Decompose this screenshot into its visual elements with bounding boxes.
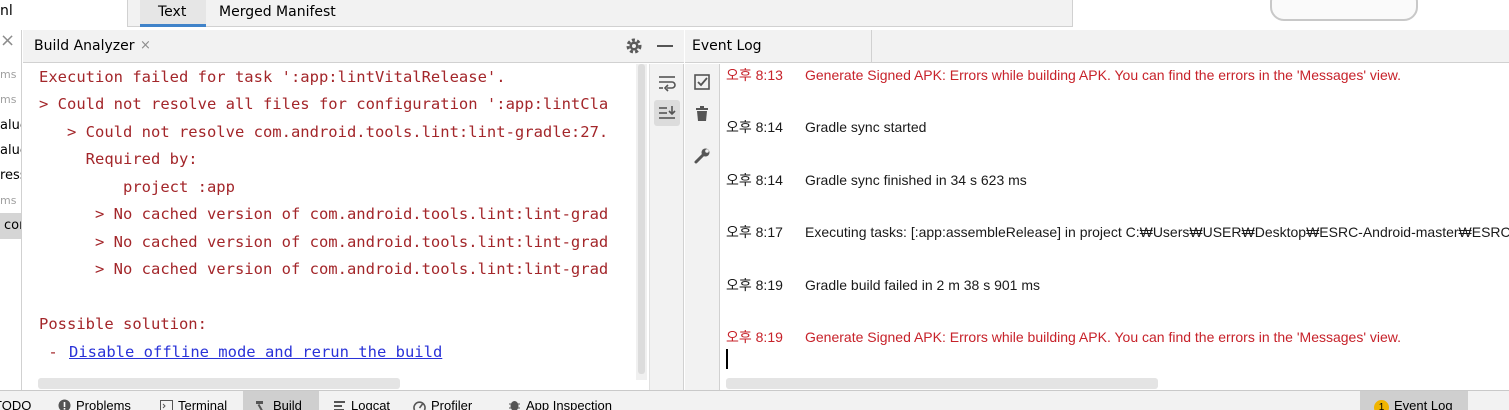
console-line: > Could not resolve com.android.tools.li… — [39, 123, 609, 141]
event-time: 오후 8:17 — [726, 224, 783, 240]
tool-window-bar: TODO Problems Terminal Build Logcat Prof… — [0, 390, 1509, 410]
close-icon[interactable]: × — [140, 38, 151, 53]
mark-all-read-icon[interactable] — [689, 69, 715, 95]
minimize-icon[interactable] — [657, 45, 673, 47]
event-message: Gradle sync finished in 34 s 623 ms — [805, 172, 1027, 188]
stub-line[interactable]: con — [4, 218, 21, 233]
event-time: 오후 8:19 — [726, 329, 783, 345]
console-line: > Could not resolve all files for config… — [39, 95, 609, 113]
gear-icon[interactable] — [624, 36, 644, 56]
profiler-label: Profiler — [431, 398, 473, 410]
console-line: Required by: — [39, 150, 198, 168]
event-time: 오후 8:14 — [726, 119, 783, 135]
console-line: Execution failed for task ':app:lintVita… — [39, 68, 506, 86]
console-line: > No cached version of com.android.tools… — [39, 233, 609, 251]
event-time: 오후 8:19 — [726, 277, 783, 293]
event-log-tab[interactable]: Event Log — [692, 38, 762, 54]
profiler-tool-button[interactable]: Profiler — [413, 391, 472, 410]
possible-solution-heading: Possible solution: — [39, 315, 207, 333]
event-time: 오후 8:14 — [726, 172, 783, 188]
todo-tool-button[interactable]: TODO — [0, 391, 31, 410]
event-entry: 오후 8:13 Generate Signed APK: Errors while… — [726, 65, 1401, 85]
tab-text-label: Text — [158, 4, 187, 20]
build-vertical-scrollbar[interactable] — [636, 64, 647, 380]
event-log-label: Event Log — [1394, 398, 1453, 410]
trash-icon[interactable] — [689, 100, 715, 126]
terminal-label: Terminal — [178, 398, 228, 410]
problems-icon — [58, 399, 71, 410]
event-message: Gradle sync started — [805, 119, 927, 135]
stub-line: ms — [0, 194, 17, 207]
project-tree-fragment: nl — [0, 0, 128, 27]
scrollbar-thumb[interactable] — [638, 64, 645, 374]
event-time: 오후 8:13 — [726, 67, 783, 83]
event-message: Gradle build failed in 2 m 38 s 901 ms — [805, 277, 1041, 293]
build-output-console[interactable]: Execution failed for task ':app:lintVita… — [23, 64, 649, 390]
wrench-icon[interactable] — [689, 142, 715, 168]
soft-wrap-icon[interactable] — [654, 69, 680, 95]
header-divider — [871, 30, 872, 63]
build-panel-header: Build Analyzer × — [23, 30, 684, 63]
stub-line[interactable]: ress — [0, 168, 21, 183]
event-message[interactable]: Generate Signed APK: Errors while buildi… — [805, 329, 1401, 345]
event-entry: 오후 8:17 Executing tasks: [:app:assembleRe… — [726, 222, 1509, 242]
terminal-tool-button[interactable]: Terminal — [160, 391, 227, 410]
device-frame — [1270, 0, 1418, 21]
app-inspection-icon — [508, 399, 521, 410]
text-caret — [726, 349, 728, 369]
scroll-to-end-icon[interactable] — [654, 100, 680, 126]
build-analyzer-tab[interactable]: Build Analyzer — [34, 38, 135, 54]
hammer-icon — [255, 399, 268, 410]
event-message: Executing tasks: [:app:assembleRelease] … — [805, 224, 1509, 240]
logcat-tool-button[interactable]: Logcat — [333, 391, 390, 410]
left-tree-stub: × ms ms alue alue ress ms con — [0, 30, 22, 390]
console-line: project :app — [39, 178, 235, 196]
problems-label: Problems — [76, 398, 131, 410]
stub-line: ms — [0, 93, 17, 106]
event-entry: 오후 8:14 Gradle sync started — [726, 117, 926, 137]
event-log-header: Event Log — [685, 30, 1509, 63]
logcat-label: Logcat — [351, 398, 391, 410]
disable-offline-mode-link[interactable]: Disable offline mode and rerun the build — [69, 343, 442, 361]
logcat-icon — [333, 399, 346, 410]
stub-line: ms — [0, 68, 17, 81]
event-entry: 오후 8:14 Gradle sync finished in 34 s 623 … — [726, 170, 1027, 190]
event-log-tool-button[interactable]: 1 Event Log — [1360, 391, 1468, 410]
terminal-icon — [160, 399, 173, 410]
tab-text[interactable]: Text — [140, 0, 206, 27]
notification-badge: 1 — [1374, 400, 1389, 410]
build-label: Build — [273, 398, 302, 410]
app-inspection-tool-button[interactable]: App Inspection — [508, 391, 612, 410]
build-toolbar — [649, 64, 684, 390]
tab-merged-manifest-label: Merged Manifest — [219, 4, 336, 20]
event-entry: 오후 8:19 Gradle build failed in 2 m 38 s 9… — [726, 275, 1040, 295]
event-log-list[interactable]: 오후 8:13 Generate Signed APK: Errors while… — [721, 64, 1509, 390]
event-message[interactable]: Generate Signed APK: Errors while buildi… — [805, 67, 1401, 83]
console-line: > No cached version of com.android.tools… — [39, 260, 609, 278]
event-entry: 오후 8:19 Generate Signed APK: Errors while… — [726, 327, 1401, 347]
problems-tool-button[interactable]: Problems — [58, 391, 131, 410]
stub-line[interactable]: alue — [0, 143, 21, 158]
event-log-toolbar — [685, 64, 720, 390]
todo-label: TODO — [0, 398, 32, 410]
console-line: > No cached version of com.android.tools… — [39, 205, 609, 223]
build-tool-button[interactable]: Build — [243, 391, 319, 410]
tab-merged-manifest[interactable]: Merged Manifest — [206, 0, 356, 27]
profiler-icon — [413, 399, 426, 410]
build-horizontal-scrollbar[interactable] — [38, 378, 400, 389]
solution-bullet: - — [39, 343, 67, 361]
event-log-horizontal-scrollbar[interactable] — [726, 378, 1158, 389]
app-inspection-label: App Inspection — [526, 398, 613, 410]
stub-line[interactable]: alue — [0, 118, 21, 133]
close-icon[interactable]: × — [0, 30, 15, 51]
project-tree-fragment-text: nl — [0, 3, 13, 19]
